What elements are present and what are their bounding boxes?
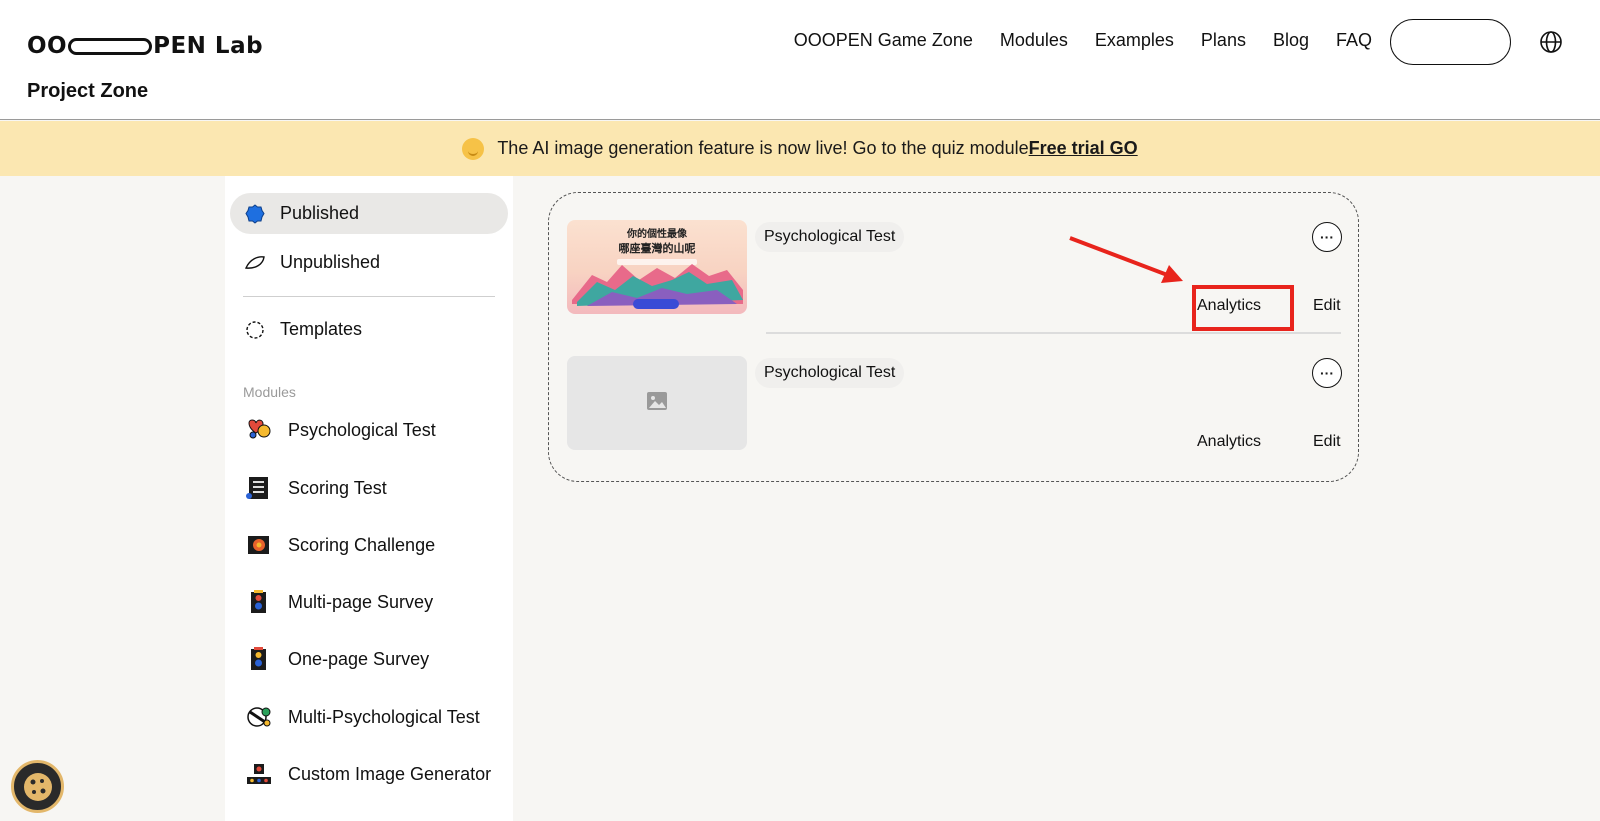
nav-item-plans[interactable]: Plans [1201, 30, 1246, 51]
main-nav: OOOPEN Game Zone Modules Examples Plans … [794, 30, 1372, 51]
announcement-banner: The AI image generation feature is now l… [0, 121, 1600, 176]
sidebar-item-unpublished[interactable]: Unpublished [230, 242, 508, 283]
sidebar-item-label: Published [280, 203, 360, 223]
psychological-test-icon [245, 417, 271, 443]
project-thumbnail[interactable] [567, 356, 747, 450]
modules-section-label: Modules [243, 384, 296, 400]
module-label: Custom Image Generator [288, 763, 492, 784]
multi-page-survey-icon [245, 589, 271, 615]
module-label: Scoring Challenge [288, 534, 436, 555]
scoring-test-icon [245, 475, 271, 501]
unpublished-icon [244, 252, 266, 274]
row-divider [766, 332, 1341, 334]
sidebar-item-label: Templates [280, 319, 363, 339]
banner-message: The AI image generation feature is now l… [497, 138, 1029, 158]
module-custom-image-generator[interactable]: Custom Image Generator [245, 759, 491, 789]
edit-button[interactable]: Edit [1313, 297, 1341, 315]
project-row: Psychological Test ··· Analytics Edit [567, 356, 1342, 456]
smiley-icon [462, 137, 485, 160]
account-button[interactable] [1390, 19, 1511, 65]
module-label: Multi-Psychological Test [288, 706, 480, 727]
logo-pill-mark [68, 37, 153, 55]
analytics-button[interactable]: Analytics [1197, 433, 1261, 451]
templates-icon [244, 319, 266, 341]
module-multi-page-survey[interactable]: Multi-page Survey [245, 587, 433, 617]
sidebar-item-published[interactable]: Published [230, 193, 508, 234]
top-header: OO PEN Lab Project Zone OOOPEN Game Zone … [0, 0, 1600, 120]
published-icon [244, 203, 266, 225]
custom-image-generator-icon [245, 761, 271, 787]
cookie-icon [23, 772, 52, 801]
red-arrow-annotation [1069, 236, 1183, 283]
nav-item-examples[interactable]: Examples [1095, 30, 1174, 51]
more-options-button[interactable]: ··· [1312, 358, 1342, 388]
module-psychological-test[interactable]: Psychological Test [245, 415, 436, 445]
nav-item-game-zone[interactable]: OOOPEN Game Zone [794, 30, 973, 51]
cookie-settings-button[interactable] [11, 760, 64, 813]
multi-psychological-test-icon [245, 704, 271, 730]
globe-icon[interactable] [1539, 30, 1563, 54]
sidebar-divider [243, 296, 495, 297]
image-placeholder-icon [646, 391, 668, 416]
sidebar-item-templates[interactable]: Templates [230, 309, 508, 350]
thumb-title-line2: 哪座臺灣的山呢 [619, 241, 696, 255]
page-title: Project Zone [27, 80, 149, 102]
module-label: One-page Survey [288, 648, 430, 669]
module-one-page-survey[interactable]: One-page Survey [245, 644, 429, 674]
nav-item-faq[interactable]: FAQ [1336, 30, 1372, 51]
nav-item-modules[interactable]: Modules [1000, 30, 1068, 51]
nav-item-blog[interactable]: Blog [1273, 30, 1309, 51]
one-page-survey-icon [245, 646, 271, 672]
logo[interactable]: OO PEN Lab [27, 32, 263, 60]
module-tag: Psychological Test [755, 358, 905, 388]
module-scoring-challenge[interactable]: Scoring Challenge [245, 530, 435, 560]
module-label: Psychological Test [288, 419, 436, 440]
scoring-challenge-icon [245, 532, 271, 558]
analytics-highlight-box [1192, 285, 1294, 331]
module-label: Scoring Test [288, 477, 387, 498]
thumb-title-line1: 你的個性最像 [626, 227, 688, 240]
published-projects-card: 你的個性最像 哪座臺灣的山呢 Psychological Test ··· An… [548, 192, 1359, 482]
sidebar: Published Unpublished Templates Modules … [225, 176, 513, 821]
module-tag: Psychological Test [755, 222, 905, 252]
edit-button[interactable]: Edit [1313, 433, 1341, 451]
project-thumbnail[interactable]: 你的個性最像 哪座臺灣的山呢 [567, 220, 747, 314]
module-multi-psychological-test[interactable]: Multi-Psychological Test [245, 702, 480, 732]
module-label: Multi-page Survey [288, 591, 434, 612]
logo-text-left: OO [27, 33, 68, 59]
more-options-button[interactable]: ··· [1312, 222, 1342, 252]
free-trial-link[interactable]: Free trial GO [1029, 138, 1138, 159]
logo-text-right: PEN Lab [153, 33, 264, 59]
sidebar-item-label: Unpublished [280, 252, 381, 272]
module-scoring-test[interactable]: Scoring Test [245, 473, 387, 503]
